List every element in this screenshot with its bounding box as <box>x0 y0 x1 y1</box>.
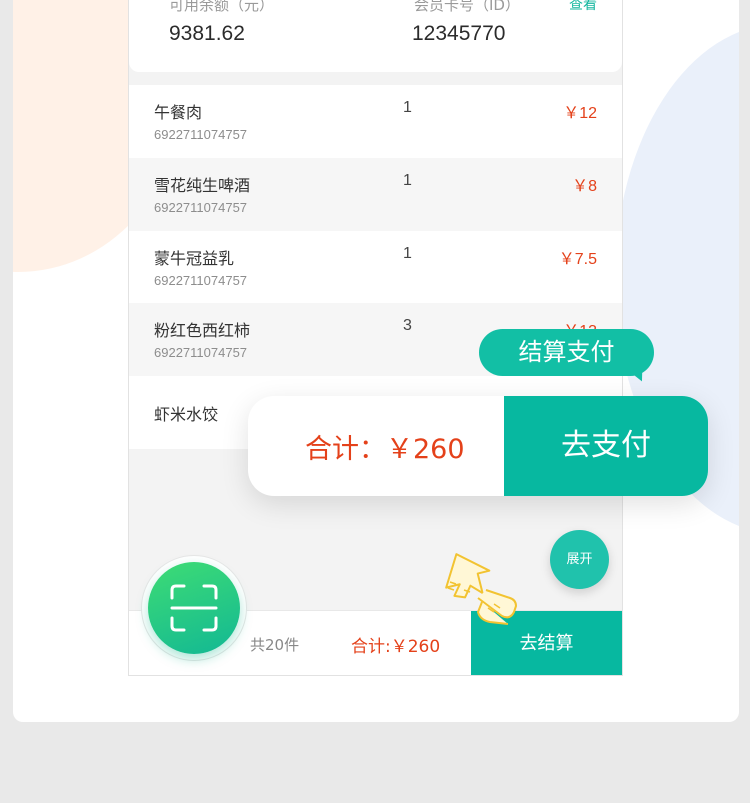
item-price: ￥7.5 <box>558 251 597 268</box>
item-quantity: 1 <box>403 99 412 116</box>
item-barcode: 6922711074757 <box>154 127 248 142</box>
item-name: 虾米水饺 <box>154 405 219 424</box>
item-name: 蒙牛冠益乳 <box>154 249 235 268</box>
checkout-tip-bubble: 结算支付 <box>479 329 654 376</box>
item-count: 共20件 <box>250 636 300 654</box>
item-quantity: 3 <box>403 317 412 334</box>
list-item[interactable]: 午餐肉 6922711074757 1 ￥12 <box>129 85 622 158</box>
scan-icon <box>170 584 218 632</box>
bar-total: 合计:￥260 <box>351 637 441 657</box>
card-id-label: 会员卡号（ID） <box>414 0 520 14</box>
expand-button[interactable]: 展开 <box>550 530 609 589</box>
scan-button[interactable] <box>148 562 240 654</box>
hand-pointer-icon <box>445 553 517 625</box>
pay-total: 合计：￥260 <box>305 434 465 465</box>
list-item[interactable]: 雪花纯生啤酒 6922711074757 1 ￥8 <box>129 158 622 231</box>
item-barcode: 6922711074757 <box>154 273 248 288</box>
card-id-value: 12345770 <box>412 22 506 45</box>
view-link[interactable]: 查看 <box>569 0 597 14</box>
item-name: 雪花纯生啤酒 <box>154 176 251 195</box>
pay-button[interactable]: 去支付 <box>504 396 708 496</box>
list-item[interactable]: 蒙牛冠益乳 6922711074757 1 ￥7.5 <box>129 231 622 304</box>
item-barcode: 6922711074757 <box>154 345 248 360</box>
item-name: 午餐肉 <box>154 103 203 122</box>
balance-label: 可用余额（元） <box>169 0 275 14</box>
item-quantity: 1 <box>403 172 412 189</box>
item-price: ￥12 <box>563 105 597 122</box>
item-quantity: 1 <box>403 245 412 262</box>
pay-callout: 合计：￥260 去支付 <box>248 396 708 496</box>
item-name: 粉红色西红柿 <box>154 321 251 340</box>
item-price: ￥8 <box>572 178 597 195</box>
balance-value: 9381.62 <box>169 22 245 45</box>
balance-panel: 可用余额（元） 9381.62 会员卡号（ID） 12345770 查看 <box>129 0 622 72</box>
item-barcode: 6922711074757 <box>154 200 248 215</box>
